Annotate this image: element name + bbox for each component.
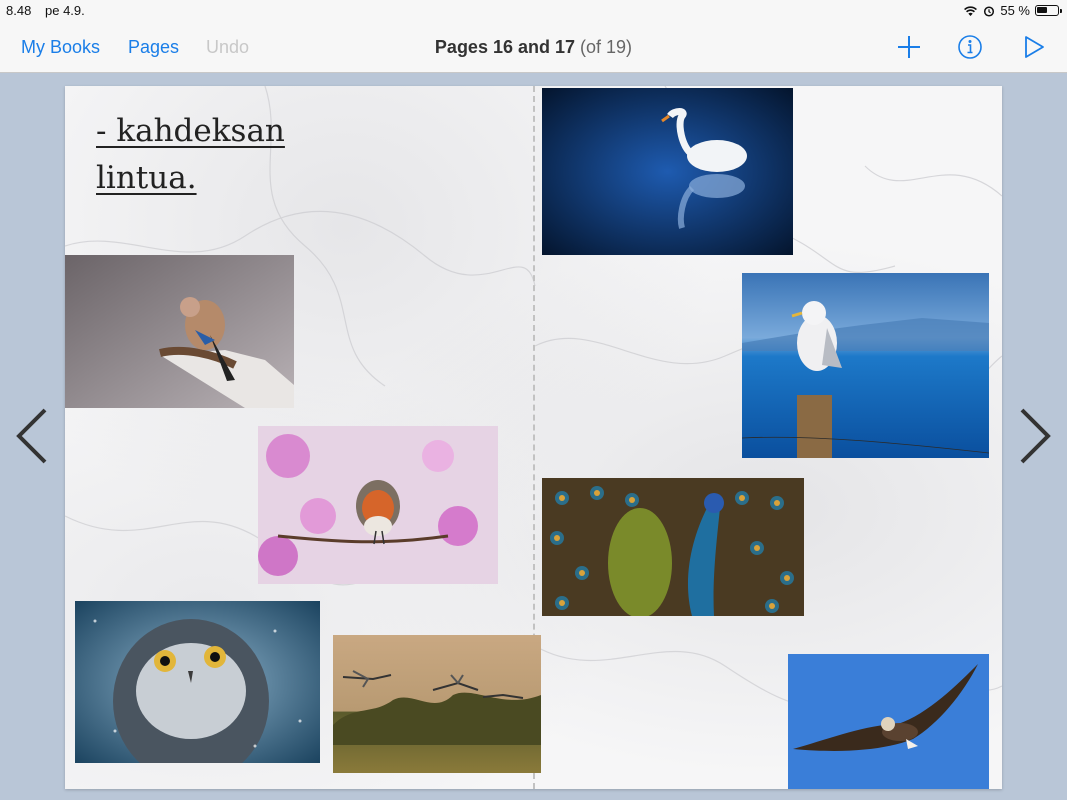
- cranes-photo[interactable]: [333, 635, 541, 773]
- wifi-icon: [964, 5, 978, 16]
- status-right: 55 %: [963, 3, 1062, 18]
- status-date: pe 4.9.: [45, 3, 85, 18]
- status-bar: 8.48 pe 4.9. 55 %: [0, 0, 1067, 22]
- page-heading: - kahdeksan lintua.: [96, 108, 356, 202]
- peacock-photo[interactable]: [542, 478, 804, 616]
- alarm-icon: [984, 5, 995, 17]
- owl-photo[interactable]: [75, 601, 320, 763]
- page-title-count: (of 19): [580, 37, 633, 57]
- toolbar: My Books Pages Undo Pages 16 and 17 (of …: [0, 22, 1067, 73]
- jay-photo[interactable]: [65, 255, 294, 408]
- seagull-photo[interactable]: [742, 273, 989, 458]
- page-spread: - kahdeksan lintua.: [65, 86, 1002, 789]
- page-title-main: Pages 16 and 17: [434, 37, 576, 57]
- battery-icon: [1035, 5, 1062, 16]
- add-icon[interactable]: [895, 33, 923, 61]
- chevron-left-icon[interactable]: [13, 406, 49, 466]
- info-icon[interactable]: [956, 33, 984, 61]
- battery-fill: [1037, 7, 1047, 13]
- robin-photo[interactable]: [258, 426, 498, 584]
- status-time: 8.48: [6, 3, 32, 18]
- heading-line-1: - kahdeksan: [96, 113, 285, 149]
- swan-photo[interactable]: [542, 88, 793, 255]
- battery-percent: 55 %: [1000, 3, 1030, 18]
- play-icon[interactable]: [1020, 33, 1048, 61]
- heading-line-2: lintua.: [96, 160, 197, 196]
- chevron-right-icon[interactable]: [1018, 406, 1054, 466]
- eagle-photo[interactable]: [788, 654, 989, 789]
